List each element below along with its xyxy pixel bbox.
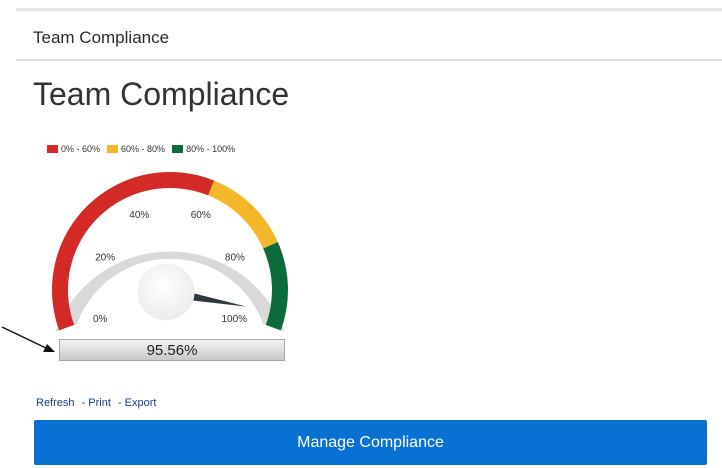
legend-label-high: 80% - 100% [186, 144, 236, 154]
legend-label-mid: 60% - 80% [121, 144, 166, 154]
legend-item-high: 80% - 100% [172, 144, 235, 154]
refresh-link[interactable]: Refresh [36, 397, 75, 409]
legend-swatch-mid [107, 145, 119, 153]
gauge-legend: 0% - 60% 60% - 80% 80% - 100% [47, 144, 242, 154]
gauge-tick-label: 100% [221, 314, 247, 325]
gauge-hub [137, 263, 195, 321]
page-title: Team Compliance [33, 76, 290, 112]
manage-compliance-button[interactable]: Manage Compliance [34, 420, 707, 465]
gauge-dial: 0% 20% 40% 60% 80% 100% [51, 172, 288, 332]
action-separator: - [81, 397, 86, 409]
gauge-tick-label: 40% [129, 210, 149, 221]
panel-header: Team Compliance [16, 15, 722, 61]
gauge-tick-label: 80% [225, 253, 245, 264]
panel-header-title: Team Compliance [33, 28, 170, 47]
action-separator: - [117, 397, 122, 409]
compliance-gauge: 0% 20% 40% 60% 80% 100% [36, 160, 304, 340]
export-link[interactable]: Export [125, 397, 157, 409]
top-divider [16, 8, 722, 11]
gauge-needle [186, 291, 247, 307]
annotation-arrow [1, 326, 55, 352]
legend-label-low: 0% - 60% [61, 144, 101, 154]
gauge-tick-label: 60% [191, 210, 211, 221]
gauge-actions: Refresh - Print - Export [36, 397, 156, 409]
gauge-value-readout: 95.56% [59, 339, 285, 361]
legend-swatch-high [172, 145, 184, 153]
legend-item-mid: 60% - 80% [107, 144, 165, 154]
print-link[interactable]: Print [88, 397, 111, 409]
legend-swatch-low [47, 145, 58, 153]
gauge-tick-label: 20% [95, 253, 115, 264]
legend-item-low: 0% - 60% [47, 144, 100, 154]
gauge-tick-label: 0% [93, 314, 108, 325]
gauge-band-mid [208, 180, 278, 249]
